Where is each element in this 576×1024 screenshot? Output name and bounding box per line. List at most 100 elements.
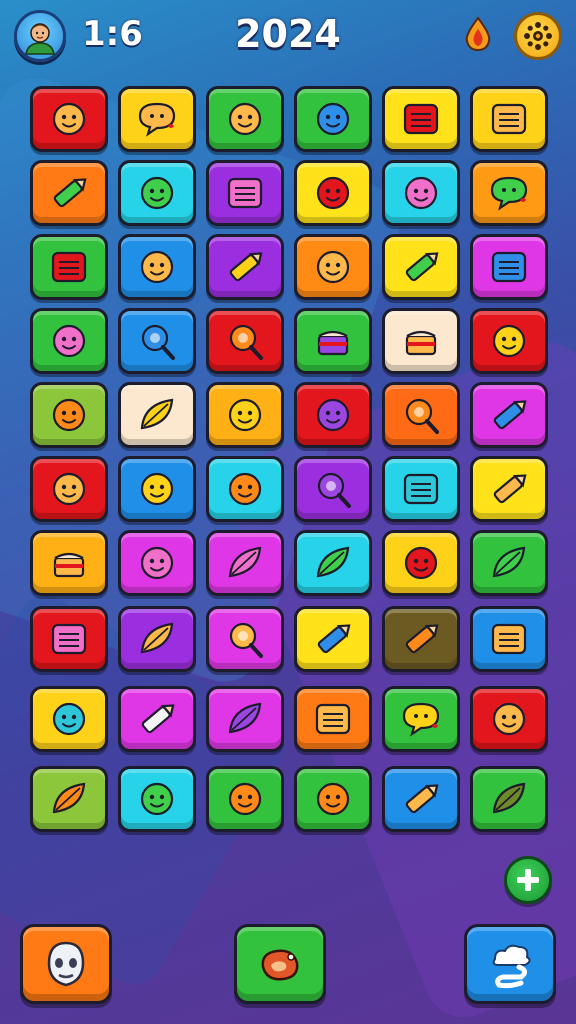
pink-tag-icon [227,177,263,209]
tile-purple-turnip[interactable] [206,686,284,752]
tile-yellow-banana[interactable] [118,382,196,448]
tile-carrot-pencil[interactable] [382,766,460,832]
tile-pink-radish[interactable] [206,530,284,596]
pink-berry-icon [52,324,86,358]
tile-yellow-chick[interactable] [118,456,196,522]
tile-green-pickle[interactable] [294,530,372,596]
green-speech-icon [490,176,528,211]
tile-pink-tag[interactable] [206,160,284,226]
tile-picture-frame[interactable] [470,606,548,672]
tile-orange-pencil[interactable] [382,606,460,672]
tile-yellow-face[interactable] [470,308,548,374]
tile-calculator[interactable] [294,686,372,752]
blue-lollipop-icon [141,324,175,360]
tile-orange-fish-heart[interactable] [206,456,284,522]
yellow-speech-heart-icon [402,702,440,737]
tile-orange-ring[interactable] [206,308,284,374]
tile-green-frog[interactable] [118,766,196,832]
yellow-pencil-icon [229,252,263,282]
pink-octopus-icon [140,546,174,580]
tile-orange-cat[interactable] [294,766,372,832]
tile-orange-bird[interactable] [30,382,108,448]
tile-cake[interactable] [30,530,108,596]
add-button[interactable] [504,856,552,904]
red-bag-icon [403,103,439,135]
magnifier-icon [229,622,263,658]
tile-speech-bubble-heart[interactable] [118,86,196,152]
tile-orange-crab[interactable] [206,766,284,832]
tile-leaf[interactable] [118,606,196,672]
shuffle-button[interactable] [464,924,556,1004]
ghost-powerup-button[interactable] [20,924,112,1004]
tile-smiley[interactable] [30,86,108,152]
tile-fish-face[interactable] [206,86,284,152]
tile-blue-lollipop[interactable] [118,308,196,374]
gear-icon [524,22,552,50]
tile-purple-octopus[interactable] [294,382,372,448]
tile-orange-feather[interactable] [30,766,108,832]
tile-spider[interactable] [470,686,548,752]
red-apple-icon [404,546,438,580]
drop-button[interactable] [458,14,498,54]
picture-frame-icon [491,623,527,655]
cloud-swirl-icon [492,944,531,989]
yellow-cat-icon [228,398,262,432]
leaf-icon [140,622,174,654]
spider-icon [492,702,526,736]
green-triangle-pencil-icon [405,252,439,282]
smiley-icon [52,102,86,136]
blue-fish-icon [316,102,350,136]
tile-yellow-cat[interactable] [206,382,284,448]
tile-purple-lollipop[interactable] [294,456,372,522]
tile-yellow-pencil[interactable] [206,234,284,300]
tile-white-crayon[interactable] [118,686,196,752]
robot-icon [316,250,350,284]
tile-red-bag[interactable] [382,86,460,152]
tile-blue-fish[interactable] [294,86,372,152]
food-powerup-button[interactable] [234,924,326,1004]
tile-acorn[interactable] [118,234,196,300]
blue-list-icon [491,251,527,283]
tile-pink-strawberry[interactable] [382,160,460,226]
tile-red-list[interactable] [30,234,108,300]
tile-green-speech[interactable] [470,160,548,226]
tile-green-bean[interactable] [470,530,548,596]
orange-bird-icon [52,398,86,432]
plus-icon [517,869,539,891]
pink-controller-icon [51,623,87,655]
tile-green-triangle-pencil[interactable] [382,234,460,300]
green-fish-icon [140,176,174,210]
tile-orange-lollipop[interactable] [382,382,460,448]
tile-red-apple[interactable] [382,530,460,596]
tile-green-fish[interactable] [118,160,196,226]
tile-pancake-stack[interactable] [382,308,460,374]
green-frog-icon [140,782,174,816]
tile-pink-berry[interactable] [30,308,108,374]
tomato-icon [52,472,86,506]
tile-purple-cup[interactable] [294,308,372,374]
purple-cup-icon [317,330,349,356]
tile-window-panel[interactable] [470,86,548,152]
tile-robot[interactable] [294,234,372,300]
tile-olive[interactable] [470,766,548,832]
tile-blue-crayon[interactable] [294,606,372,672]
tile-pink-octopus[interactable] [118,530,196,596]
tile-green-pencil[interactable] [30,160,108,226]
carrot-pencil-icon [405,784,439,814]
blue-eraser-icon [493,400,527,430]
tile-blue-eraser[interactable] [470,382,548,448]
yellow-face-icon [492,324,526,358]
tile-teal-bag[interactable] [382,456,460,522]
yellow-banana-icon [140,398,174,430]
tile-magnifier[interactable] [206,606,284,672]
settings-button[interactable] [514,12,562,60]
tile-pink-controller[interactable] [30,606,108,672]
tile-yellow-speech-heart[interactable] [382,686,460,752]
tile-blue-list[interactable] [470,234,548,300]
tile-tomato[interactable] [30,456,108,522]
red-blob-icon [316,176,350,210]
tile-knife[interactable] [470,456,548,522]
tile-red-blob[interactable] [294,160,372,226]
orange-cat-icon [316,782,350,816]
tile-teal-fish-heart[interactable] [30,686,108,752]
